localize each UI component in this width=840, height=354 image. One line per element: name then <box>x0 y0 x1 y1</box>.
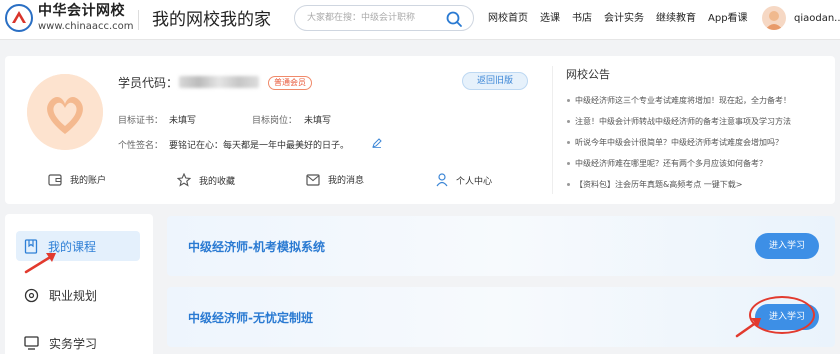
quick-my-favorites-label: 我的收藏 <box>199 176 236 187</box>
course-card: 中级经济师-机考模拟系统 进入学习 <box>167 216 835 276</box>
notice-item[interactable]: 【资料包】注会历年真题&高频考点 一键下载> <box>566 174 831 195</box>
signature-label: 个性签名： <box>118 141 164 151</box>
nav-app[interactable]: App看课 <box>708 11 748 27</box>
quick-my-account[interactable]: 我的账户 <box>48 173 106 186</box>
target-cert-label: 目标证书： <box>118 116 164 126</box>
course-name[interactable]: 中级经济师-无忧定制班 <box>188 309 313 326</box>
logo-text[interactable]: 中华会计网校 www.chinaacc.com <box>38 3 134 34</box>
top-nav: 网校首页 选课 书店 会计实务 继续教育 App看课 <box>488 11 748 27</box>
student-code-label: 学员代码： <box>118 76 179 90</box>
nav-continuing-education[interactable]: 继续教育 <box>656 11 696 27</box>
profile-avatar[interactable] <box>27 74 103 150</box>
quick-my-favorites[interactable]: 我的收藏 <box>177 173 235 187</box>
nav-bookstore[interactable]: 书店 <box>572 11 592 27</box>
quick-personal-center[interactable]: 个人中心 <box>436 173 492 187</box>
sidebar: 我的课程 职业规划 实务学习 <box>5 214 153 354</box>
mail-icon <box>306 173 320 186</box>
quick-my-messages-label: 我的消息 <box>328 176 365 186</box>
signature-value: 要铭记在心：每天都是一年中最美好的日子。 <box>169 141 350 151</box>
profile-card: 学员代码： 普通会员 返回旧版 目标证书： 未填写 目标岗位： 未填写 个性签名… <box>5 56 835 204</box>
compass-icon <box>24 288 39 302</box>
chinaacc-logo-icon[interactable] <box>4 3 34 33</box>
notice-list: 中级经济师这三个专业考试难度将增加！现在起，全力备考！ 注意！中级会计师转战中级… <box>566 90 831 195</box>
enter-study-button[interactable]: 进入学习 <box>755 233 819 259</box>
enter-study-button[interactable]: 进入学习 <box>755 304 819 330</box>
target-post-value: 未填写 <box>304 116 332 126</box>
notice-item[interactable]: 听说今年中级会计很简单？中级经济师考试难度会增加吗？ <box>566 132 831 153</box>
user-icon <box>436 173 448 187</box>
sidebar-item-career-planning[interactable]: 职业规划 <box>16 280 140 310</box>
sidebar-item-my-courses[interactable]: 我的课程 <box>16 231 140 261</box>
page-slogan: 我的网校我的家 <box>152 10 271 30</box>
search-icon[interactable] <box>445 10 463 28</box>
username[interactable]: qiaodan... <box>794 11 840 27</box>
sidebar-item-label: 职业规划 <box>49 288 98 303</box>
course-card: 中级经济师-无忧定制班 进入学习 <box>167 287 835 347</box>
notice-title: 网校公告 <box>566 68 610 81</box>
search-box <box>294 5 474 31</box>
logo-url: www.chinaacc.com <box>38 21 134 32</box>
nav-accounting-practice[interactable]: 会计实务 <box>604 11 644 27</box>
user-avatar[interactable] <box>762 6 786 30</box>
star-icon <box>177 173 191 187</box>
header-divider <box>138 10 139 30</box>
nav-select-course[interactable]: 选课 <box>540 11 560 27</box>
quick-my-messages[interactable]: 我的消息 <box>306 173 364 186</box>
sidebar-item-label: 我的课程 <box>48 239 97 254</box>
quick-my-account-label: 我的账户 <box>70 176 107 186</box>
logo-name: 中华会计网校 <box>38 3 125 19</box>
target-post-label: 目标岗位： <box>252 116 298 126</box>
notice-item[interactable]: 注意！中级会计师转战中级经济师的备考注意事项及学习方法 <box>566 111 831 132</box>
notice-item[interactable]: 中级经济师这三个专业考试难度将增加！现在起，全力备考！ <box>566 90 831 111</box>
sidebar-item-label: 实务学习 <box>49 336 98 351</box>
quick-personal-center-label: 个人中心 <box>456 176 493 187</box>
old-version-button[interactable]: 返回旧版 <box>462 72 528 90</box>
notice-item[interactable]: 中级经济师难在哪里呢？还有两个多月应该如何备考？ <box>566 153 831 174</box>
monitor-icon <box>24 336 39 350</box>
profile-separator <box>552 66 553 194</box>
wallet-icon <box>48 173 62 186</box>
member-badge: 普通会员 <box>268 76 312 90</box>
course-name[interactable]: 中级经济师-机考模拟系统 <box>188 238 325 255</box>
search-input[interactable] <box>307 10 437 26</box>
top-header: 中华会计网校 www.chinaacc.com 我的网校我的家 网校首页 选课 … <box>0 0 840 40</box>
nav-home[interactable]: 网校首页 <box>488 11 528 27</box>
bookmark-icon <box>24 238 38 254</box>
target-cert-value: 未填写 <box>169 116 197 126</box>
sidebar-item-practice-learning[interactable]: 实务学习 <box>16 328 140 354</box>
edit-signature-icon[interactable] <box>372 138 382 148</box>
student-code-value <box>179 76 259 88</box>
